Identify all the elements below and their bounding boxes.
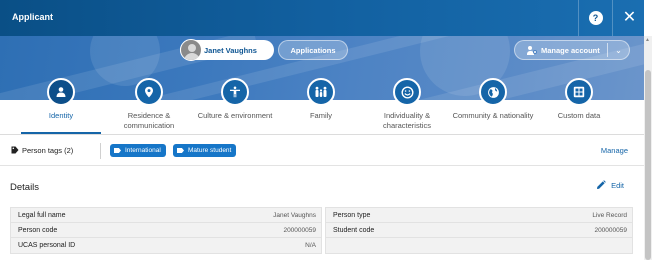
tab-custom-data[interactable]: Custom data (536, 78, 622, 134)
section-tabs: Identity Residence & communication Cultu… (0, 78, 644, 134)
field-value: Live Record (592, 211, 627, 219)
details-table-right: Person type Live Record Student code 200… (325, 207, 633, 254)
person-tags-label: Person tags (2) (22, 146, 74, 155)
chevron-down-icon[interactable]: ⌄ (608, 46, 629, 55)
tab-residence[interactable]: Residence & communication (106, 78, 192, 134)
table-row: Student code 200000059 (326, 223, 632, 238)
globe-icon (479, 78, 507, 106)
scroll-up-icon[interactable]: ▲ (645, 37, 650, 43)
edit-label: Edit (611, 180, 624, 190)
table-row (326, 238, 632, 253)
scrollbar-thumb[interactable] (645, 70, 651, 260)
title-bar: Applicant ? ✕ (0, 0, 644, 36)
field-label: Student code (333, 226, 375, 234)
help-button[interactable]: ? (578, 0, 612, 36)
tag-chip-label: Mature student (188, 147, 232, 154)
tab-community[interactable]: Community & nationality (450, 78, 536, 134)
tab-individuality[interactable]: Individuality & characteristics (364, 78, 450, 134)
tabs-divider (0, 134, 644, 135)
tab-label: Custom data (557, 111, 601, 120)
vertical-scrollbar[interactable]: ▲ (644, 36, 652, 260)
person-name: Janet Vaughns (204, 45, 257, 55)
tab-label: Family (309, 111, 333, 120)
manage-account-label: Manage account (541, 45, 600, 55)
edit-button[interactable]: Edit (596, 180, 624, 190)
pencil-icon (597, 180, 606, 189)
smiley-icon (393, 78, 421, 106)
field-value: 200000059 (283, 226, 316, 234)
details-table-left: Legal full name Janet Vaughns Person cod… (10, 207, 322, 254)
field-label: Person code (18, 226, 58, 234)
close-icon: ✕ (622, 9, 637, 26)
dialog-title: Applicant (12, 12, 54, 22)
details-heading: Details (10, 182, 40, 193)
user-settings-icon (527, 45, 537, 55)
tab-label: Community & nationality (452, 111, 534, 120)
field-value: 200000059 (594, 226, 627, 234)
person-icon (47, 78, 75, 106)
manage-tags-link[interactable]: Manage (601, 146, 628, 155)
field-label: UCAS personal ID (18, 242, 76, 249)
applicant-dialog: Applicant ? ✕ Janet Vaughns Applications (0, 0, 644, 260)
tab-identity[interactable]: Identity (18, 78, 104, 134)
applications-button[interactable]: Applications (278, 40, 348, 60)
tab-family[interactable]: Family (278, 78, 364, 134)
person-name-pill[interactable]: Janet Vaughns (180, 39, 274, 61)
grid-icon (565, 78, 593, 106)
help-icon: ? (588, 11, 603, 25)
tag-icon (177, 148, 184, 153)
tab-label: Identity (48, 111, 74, 120)
person-tags-row: Person tags (2) International Mature stu… (0, 140, 644, 162)
tag-icon (114, 148, 121, 153)
table-row: Person code 200000059 (11, 223, 321, 238)
family-icon (307, 78, 335, 106)
table-row: Person type Live Record (326, 208, 632, 223)
tab-culture[interactable]: Culture & environment (192, 78, 278, 134)
tab-label: Residence & communication (123, 111, 175, 130)
table-row: UCAS personal ID N/A (11, 238, 321, 253)
location-pin-icon (135, 78, 163, 106)
tab-label: Individuality & characteristics (383, 111, 431, 130)
field-label: Person type (333, 211, 371, 219)
tag-chip[interactable]: International (110, 144, 166, 157)
field-value: N/A (305, 242, 316, 249)
tags-divider (0, 165, 644, 166)
tag-icon (11, 146, 19, 156)
field-value: Janet Vaughns (273, 211, 316, 219)
divider (100, 143, 101, 159)
close-button[interactable]: ✕ (612, 0, 644, 36)
manage-account-button[interactable]: Manage account ⌄ (514, 40, 630, 60)
tab-label: Culture & environment (197, 111, 273, 120)
tag-chip[interactable]: Mature student (173, 144, 237, 157)
tag-chip-label: International (125, 147, 161, 154)
table-row: Legal full name Janet Vaughns (11, 208, 321, 223)
figure-icon (221, 78, 249, 106)
field-label: Legal full name (18, 211, 66, 219)
avatar (180, 39, 202, 61)
